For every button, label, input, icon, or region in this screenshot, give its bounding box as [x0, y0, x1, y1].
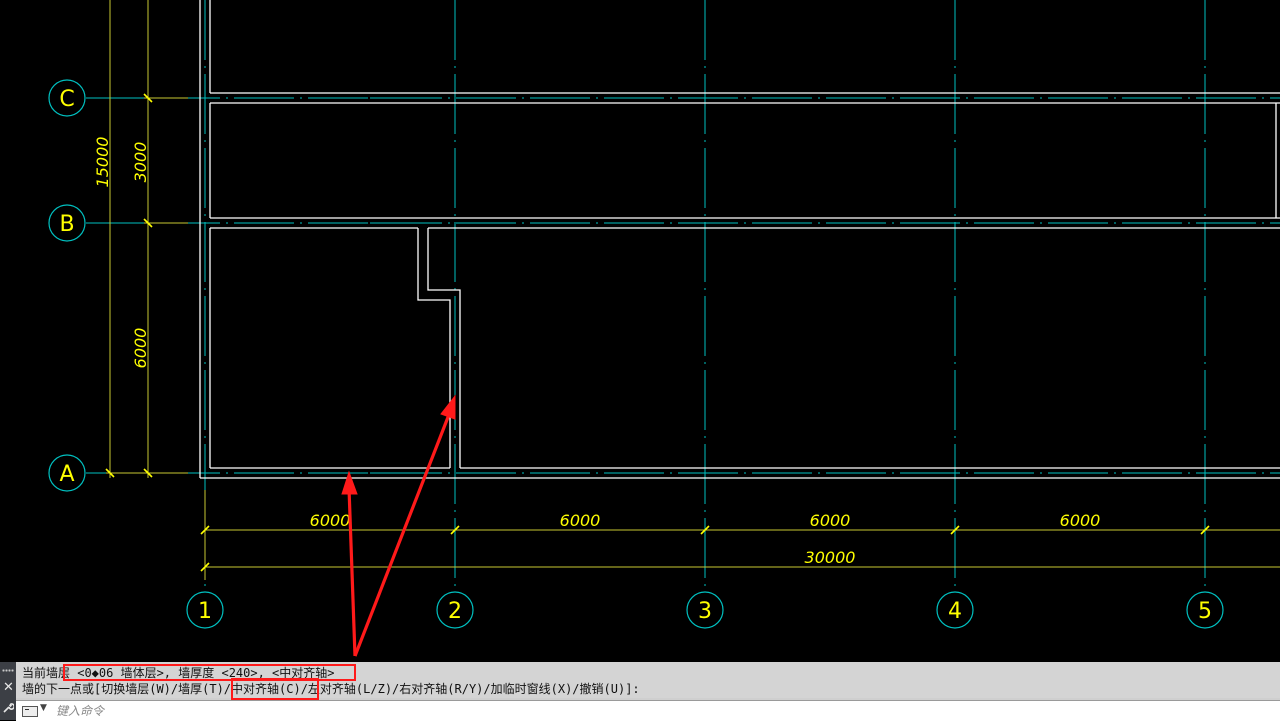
column-bubble-label-3: 3 [698, 599, 712, 624]
annotation-box-center-align [231, 678, 319, 700]
command-line-panel: ✕ 当前墙层 <0◆06 墙体层>, 墙厚度 <240>, <中对齐轴> 墙的下… [0, 662, 1280, 721]
dim-total: 30000 [805, 548, 856, 567]
dropdown-caret-icon[interactable]: ▼ [40, 703, 47, 713]
cad-drawing-canvas[interactable]: 15000 3000 6000 6000 6000 6000 6000 3000… [0, 0, 1280, 662]
dim-overall-vertical: 15000 [93, 137, 112, 188]
command-input-row: ▼ [16, 700, 1280, 721]
dim-cb-vertical: 3000 [131, 142, 150, 183]
wrench-icon[interactable] [3, 702, 15, 715]
row-bubble-label-B: B [59, 212, 74, 237]
command-input[interactable] [54, 702, 1258, 719]
dim-ba-vertical: 6000 [131, 328, 150, 369]
row-bubble-label-C: C [59, 87, 74, 112]
column-bubble-label-2: 2 [448, 599, 462, 624]
dim-span-1: 6000 [310, 511, 351, 530]
column-bubble-label-1: 1 [198, 599, 212, 624]
dim-span-2: 6000 [560, 511, 601, 530]
column-bubble-label-4: 4 [948, 599, 962, 624]
dim-span-3: 6000 [810, 511, 851, 530]
dim-span-4: 6000 [1060, 511, 1101, 530]
row-bubble-label-A: A [59, 462, 74, 487]
grip-icon[interactable] [2, 669, 14, 672]
close-icon[interactable]: ✕ [3, 681, 14, 694]
command-history-line-2: 墙的下一点或[切换墙层(W)/墙厚(T)/中对齐轴(C)/左对齐轴(L/Z)/右… [22, 682, 640, 696]
command-line-grip[interactable]: ✕ [0, 662, 16, 720]
column-bubble-label-5: 5 [1198, 599, 1212, 624]
command-prompt-icon[interactable] [22, 706, 38, 717]
